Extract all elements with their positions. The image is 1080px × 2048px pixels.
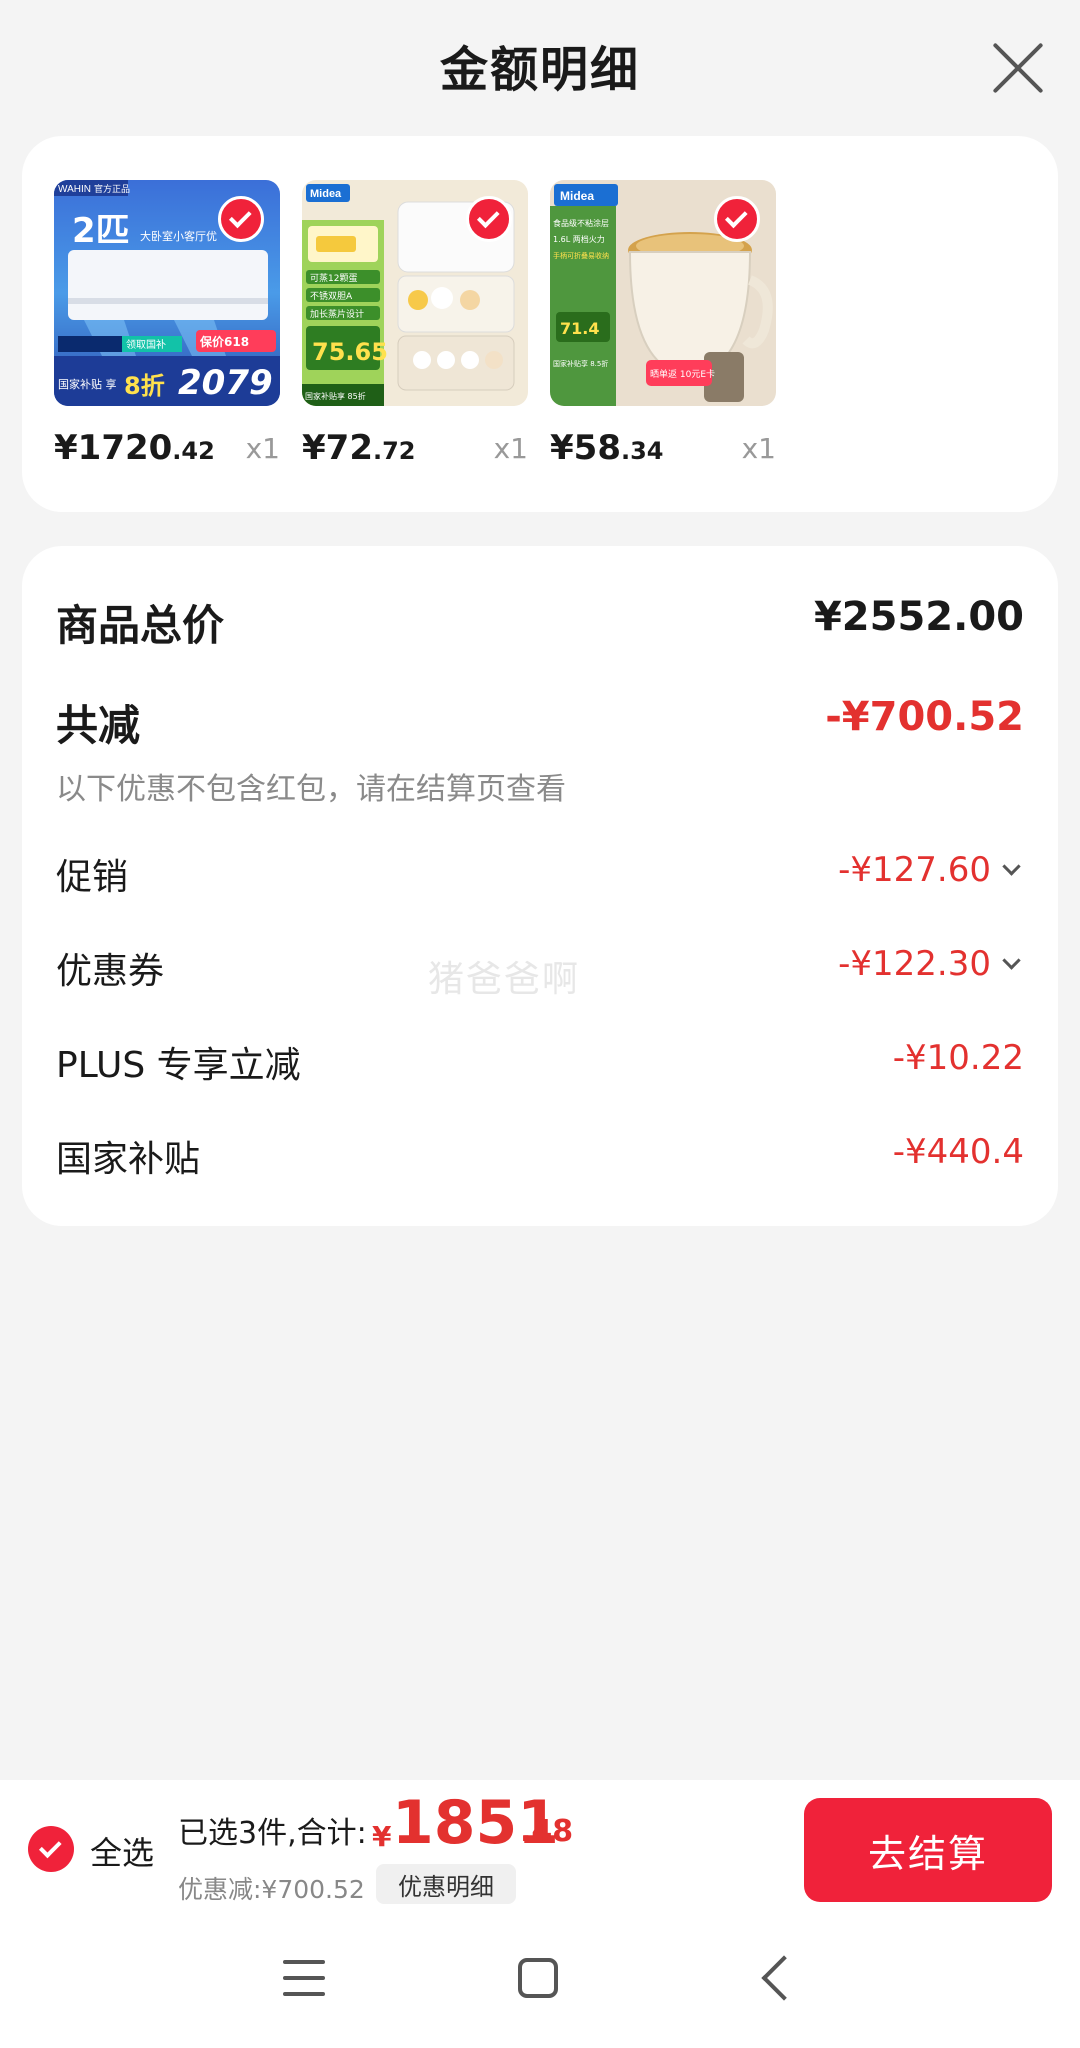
product-quantity: x1: [245, 432, 280, 465]
svg-text:71.4: 71.4: [560, 319, 599, 338]
total-price-label: 商品总价: [56, 601, 225, 650]
svg-text:8折: 8折: [124, 372, 165, 400]
product-image-air-conditioner[interactable]: WAHIN 官方正品 2匹 大卧室小客厅优 保价618 领取国补 国家补贴 享 …: [54, 180, 280, 406]
product-quantity: x1: [741, 432, 776, 465]
plus-discount-value: -¥10.22: [892, 1038, 1024, 1078]
svg-text:Midea: Midea: [310, 188, 342, 200]
discount-note: 以下优惠不包含红包，请在结算页查看: [56, 772, 566, 807]
promotion-label: 促销: [56, 857, 129, 898]
reduce-label: 共减: [56, 701, 141, 750]
coupon-value[interactable]: -¥122.30: [838, 944, 1021, 984]
system-nav-bar: [0, 1918, 1080, 2048]
svg-text:可蒸12颗蛋: 可蒸12颗蛋: [310, 272, 357, 284]
product-image-egg-steamer[interactable]: Midea 可蒸12颗蛋 不锈双胆A 加长蒸片设计 75.65 国家补贴享 85…: [302, 180, 528, 406]
chevron-down-icon[interactable]: [1002, 857, 1021, 876]
modal-header: 金额明细: [0, 0, 1080, 130]
product-price: ¥58.34: [550, 428, 664, 468]
checkout-button[interactable]: 去结算: [804, 1798, 1052, 1902]
menu-icon[interactable]: [283, 1958, 325, 1998]
check-icon[interactable]: [218, 196, 264, 242]
product-price: ¥72.72: [302, 428, 416, 468]
page-title: 金额明细: [439, 42, 640, 98]
home-icon[interactable]: [518, 1958, 558, 1998]
svg-text:晒单返 10元E卡: 晒单返 10元E卡: [650, 368, 715, 380]
ac-brand-text: WAHIN: [58, 184, 91, 195]
total-currency: ¥: [372, 1820, 392, 1853]
close-icon[interactable]: [990, 40, 1046, 96]
total-price-value: ¥2552.00: [813, 594, 1024, 640]
svg-text:1.6L 两档火力: 1.6L 两档火力: [553, 234, 605, 244]
back-icon[interactable]: [761, 1955, 807, 2001]
svg-text:75.65: 75.65: [312, 338, 388, 366]
checkout-bar: 全选 已选3件,合计: ¥ 1851 .48 优惠减:¥700.52 优惠明细 …: [0, 1780, 1080, 1918]
svg-text:不锈双胆A: 不锈双胆A: [310, 290, 353, 302]
check-icon[interactable]: [466, 196, 512, 242]
plus-discount-label: PLUS 专享立减: [56, 1045, 301, 1086]
svg-text:Midea: Midea: [560, 189, 594, 203]
watermark: 猪爸爸啊: [428, 959, 581, 1000]
product-price-row: ¥58.34 x1: [550, 428, 776, 472]
chevron-down-icon[interactable]: [1002, 951, 1021, 970]
total-amount-decimal: .48: [520, 1814, 574, 1849]
svg-text:保价618: 保价618: [199, 334, 249, 349]
svg-text:食品级不粘涂层: 食品级不粘涂层: [553, 218, 609, 228]
reduce-value: -¥700.52: [825, 694, 1024, 740]
product-price: ¥1720.42: [54, 428, 215, 468]
product-image-electric-pot[interactable]: Midea 食品级不粘涂层 1.6L 两档火力 手柄可折叠易收纳 71.4 国家…: [550, 180, 776, 406]
product-quantity: x1: [493, 432, 528, 465]
selected-count-text: 已选3件,合计:: [178, 1816, 367, 1851]
svg-text:国家补贴享 8.5折: 国家补贴享 8.5折: [553, 359, 608, 368]
coupon-label: 优惠券: [56, 951, 165, 992]
svg-text:2匹: 2匹: [72, 211, 130, 251]
product-price-row: ¥1720.42 x1: [54, 428, 280, 472]
national-subsidy-label: 国家补贴: [56, 1139, 201, 1180]
price-summary-card: 商品总价 ¥2552.00 共减 -¥700.52 以下优惠不包含红包，请在结算…: [22, 546, 1058, 1226]
product-price-row: ¥72.72 x1: [302, 428, 528, 472]
svg-text:领取国补: 领取国补: [126, 338, 166, 351]
check-icon[interactable]: [714, 196, 760, 242]
select-all-check-icon[interactable]: [28, 1826, 74, 1872]
promotion-value[interactable]: -¥127.60: [838, 850, 1021, 890]
svg-text:大卧室小客厅优: 大卧室小客厅优: [140, 229, 217, 243]
product-list-card: WAHIN 官方正品 2匹 大卧室小客厅优 保价618 领取国补 国家补贴 享 …: [22, 136, 1058, 512]
svg-text:加长蒸片设计: 加长蒸片设计: [310, 308, 364, 320]
svg-text:手柄可折叠易收纳: 手柄可折叠易收纳: [553, 251, 609, 260]
svg-text:官方正品: 官方正品: [94, 183, 130, 195]
svg-text:2079: 2079: [178, 363, 273, 403]
national-subsidy-value: -¥440.4: [892, 1132, 1024, 1172]
discount-summary-text: 优惠减:¥700.52: [178, 1875, 365, 1904]
discount-detail-button[interactable]: 优惠明细: [376, 1864, 516, 1904]
svg-text:国家补贴 享: 国家补贴 享: [58, 377, 117, 391]
svg-text:国家补贴享 85折: 国家补贴享 85折: [305, 391, 366, 401]
select-all-label[interactable]: 全选: [90, 1828, 154, 1874]
